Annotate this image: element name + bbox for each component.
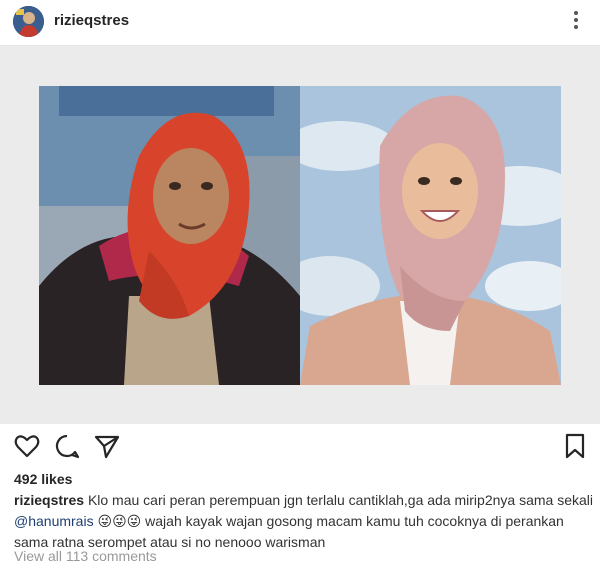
caption-mention[interactable]: @hanumrais bbox=[14, 513, 94, 529]
like-count[interactable]: 492 likes bbox=[14, 471, 72, 487]
post-username[interactable]: rizieqstres bbox=[54, 12, 129, 29]
post-caption: rizieqstres Klo mau cari peran perempuan… bbox=[14, 490, 594, 553]
send-icon[interactable] bbox=[93, 432, 121, 460]
action-bar bbox=[0, 432, 600, 464]
avatar[interactable] bbox=[13, 6, 44, 37]
comment-icon[interactable] bbox=[53, 432, 81, 460]
view-comments-link[interactable]: View all 113 comments bbox=[14, 548, 157, 564]
caption-text-1: Klo mau cari peran perempuan jgn terlalu… bbox=[87, 492, 593, 508]
caption-emojis: 😜😜😜 bbox=[97, 513, 142, 529]
bookmark-icon[interactable] bbox=[561, 432, 589, 460]
left-photo bbox=[39, 86, 300, 385]
caption-username[interactable]: rizieqstres bbox=[14, 492, 84, 508]
more-vertical-icon[interactable] bbox=[572, 11, 580, 33]
right-photo bbox=[300, 86, 561, 385]
post-header: rizieqstres bbox=[0, 0, 600, 46]
heart-icon[interactable] bbox=[13, 432, 41, 460]
post-media[interactable] bbox=[0, 46, 600, 424]
